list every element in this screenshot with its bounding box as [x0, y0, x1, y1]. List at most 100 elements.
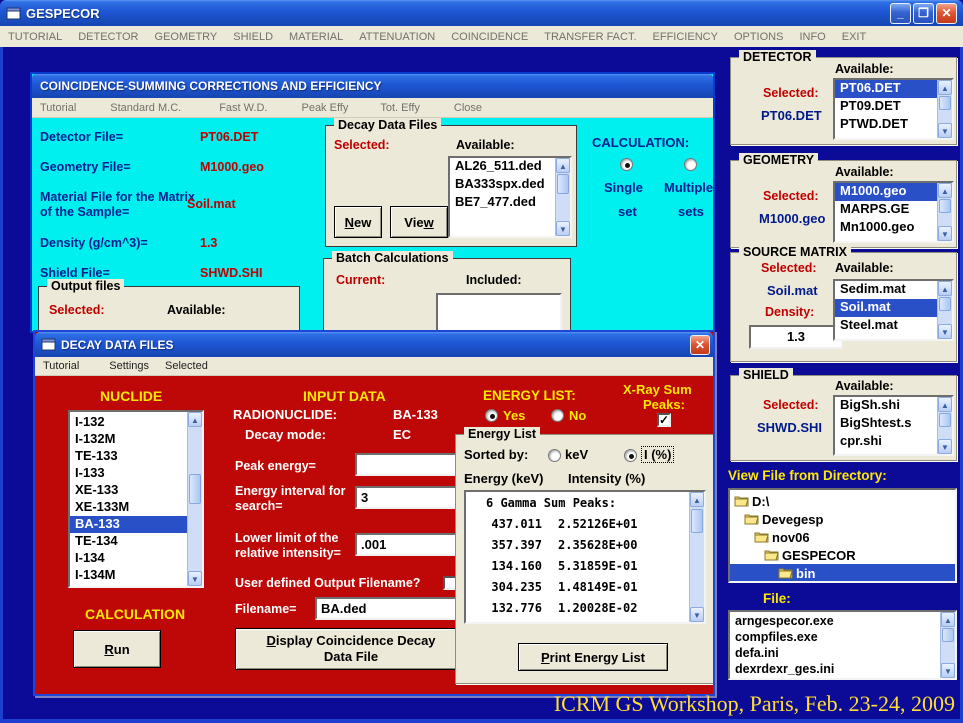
display-coincidence-button[interactable]: Display Coincidence Decay Data File [235, 628, 467, 670]
scroll-up-icon[interactable]: ▲ [938, 183, 952, 198]
menu-tutorial[interactable]: TUTORIAL [0, 31, 70, 43]
list-item[interactable]: XE-133 [70, 482, 202, 499]
energy-row[interactable]: 304.2351.48149E-01 [466, 577, 704, 598]
close-button[interactable]: ✕ [936, 3, 957, 24]
menu-options[interactable]: OPTIONS [726, 31, 792, 43]
scrollbar[interactable]: ▲ ▼ [937, 80, 952, 138]
scroll-down-icon[interactable]: ▼ [938, 439, 952, 454]
tree-item-nov06[interactable]: nov06 [730, 528, 955, 546]
scroll-up-icon[interactable]: ▲ [188, 412, 202, 427]
decay-titlebar[interactable]: DECAY DATA FILES ✕ [35, 332, 713, 357]
new-button[interactable]: New [334, 206, 382, 238]
lower-limit-input[interactable] [355, 533, 467, 556]
sort-kev-radio[interactable] [548, 449, 561, 462]
menu-material[interactable]: MATERIAL [281, 31, 351, 43]
scrollbar[interactable]: ▲ ▼ [937, 281, 952, 339]
scroll-thumb[interactable] [939, 96, 951, 110]
coinc-menu-tot-effy[interactable]: Tot. Effy [372, 102, 428, 114]
list-item[interactable]: dexrdexr_ges.ini [730, 662, 955, 678]
coinc-menu-tutorial[interactable]: Tutorial [32, 102, 84, 114]
menu-efficiency[interactable]: EFFICIENCY [645, 31, 726, 43]
list-item[interactable]: AL26_511.ded [450, 158, 570, 176]
scroll-up-icon[interactable]: ▲ [938, 80, 952, 95]
energy-list-no-radio[interactable] [551, 409, 564, 422]
matrix-density-field[interactable]: 1.3 [749, 325, 843, 349]
list-item[interactable]: Mn1000.geo [835, 219, 952, 237]
list-item[interactable]: TE-133 [70, 448, 202, 465]
energy-row[interactable]: 213.7747.27031E-03 [466, 619, 704, 624]
scroll-thumb[interactable] [939, 297, 951, 311]
list-item[interactable]: I-133 [70, 465, 202, 482]
tree-item-devegesp[interactable]: Devegesp [730, 510, 955, 528]
scroll-up-icon[interactable]: ▲ [690, 492, 704, 507]
list-item[interactable]: M1000.geo [835, 183, 952, 201]
list-item[interactable]: BigShtest.s [835, 415, 952, 433]
scroll-thumb[interactable] [939, 413, 951, 427]
scroll-thumb[interactable] [557, 174, 569, 194]
list-item[interactable]: I-134 [70, 550, 202, 567]
multiple-sets-radio[interactable] [684, 158, 697, 171]
file-listbox[interactable]: arngespecor.exe compfiles.exe defa.ini d… [728, 610, 957, 680]
list-item[interactable]: XE-133M [70, 499, 202, 516]
coinc-menu-fast-wd[interactable]: Fast W.D. [211, 102, 275, 114]
menu-info[interactable]: INFO [791, 31, 833, 43]
scroll-thumb[interactable] [942, 628, 954, 642]
energy-row[interactable]: 134.1605.31859E-01 [466, 556, 704, 577]
run-button[interactable]: Run [73, 630, 161, 668]
scroll-up-icon[interactable]: ▲ [938, 397, 952, 412]
coincidence-titlebar[interactable]: COINCIDENCE-SUMMING CORRECTIONS AND EFFI… [32, 74, 713, 98]
decay-menu-tutorial[interactable]: Tutorial [35, 360, 87, 372]
scroll-up-icon[interactable]: ▲ [556, 158, 570, 173]
scroll-up-icon[interactable]: ▲ [938, 281, 952, 296]
restore-button[interactable]: ❐ [913, 3, 934, 24]
directory-tree[interactable]: D:\ Devegesp nov06 GESPECOR bin [728, 488, 957, 583]
scroll-down-icon[interactable]: ▼ [938, 123, 952, 138]
tree-item-bin[interactable]: bin [730, 564, 955, 582]
list-item[interactable]: defa.ini [730, 646, 955, 662]
menu-shield[interactable]: SHIELD [225, 31, 281, 43]
scroll-down-icon[interactable]: ▼ [690, 607, 704, 622]
scrollbar[interactable]: ▲ ▼ [937, 397, 952, 454]
scroll-thumb[interactable] [189, 474, 201, 504]
scrollbar[interactable]: ▲ ▼ [940, 612, 955, 678]
scroll-up-icon[interactable]: ▲ [941, 612, 955, 627]
scroll-down-icon[interactable]: ▼ [938, 226, 952, 241]
list-item[interactable]: I-132M [70, 431, 202, 448]
energy-row[interactable]: 357.3972.35628E+00 [466, 535, 704, 556]
list-item[interactable]: arngespecor.exe [730, 614, 955, 630]
energy-list-yes-radio[interactable] [485, 409, 498, 422]
shield-listbox[interactable]: BigSh.shi BigShtest.s cpr.shi ▲ ▼ [833, 395, 954, 456]
scroll-down-icon[interactable]: ▼ [188, 571, 202, 586]
menu-transfer-fact[interactable]: TRANSFER FACT. [536, 31, 644, 43]
list-item[interactable]: BigSh.shi [835, 397, 952, 415]
tree-item-gespecor[interactable]: GESPECOR [730, 546, 955, 564]
filename-input[interactable] [315, 597, 467, 620]
menu-coincidence[interactable]: COINCIDENCE [443, 31, 536, 43]
coinc-menu-close[interactable]: Close [446, 102, 490, 114]
nuclide-listbox[interactable]: I-132 I-132M TE-133 I-133 XE-133 XE-133M… [68, 410, 204, 588]
scrollbar[interactable]: ▲ ▼ [555, 158, 570, 236]
list-item[interactable]: PT06.DET [835, 80, 952, 98]
decay-close-button[interactable]: ✕ [690, 335, 710, 355]
minimize-button[interactable]: _ [890, 3, 911, 24]
sort-intensity-radio[interactable] [624, 449, 637, 462]
list-item[interactable]: PT09.DET [835, 98, 952, 116]
list-item[interactable]: cpr.shi [835, 433, 952, 451]
energy-listbox[interactable]: 6 Gamma Sum Peaks: 437.0112.52126E+01 35… [464, 490, 706, 624]
list-item-selected[interactable]: BA-133 [70, 516, 202, 533]
detector-listbox[interactable]: PT06.DET PT09.DET PTWD.DET ▲ ▼ [833, 78, 954, 140]
decay-menu-selected[interactable]: Selected [157, 360, 216, 372]
list-item[interactable]: TE-134 [70, 533, 202, 550]
geometry-listbox[interactable]: M1000.geo MARPS.GE Mn1000.geo ▲ ▼ [833, 181, 954, 243]
coinc-menu-standard-mc[interactable]: Standard M.C. [102, 102, 189, 114]
scroll-down-icon[interactable]: ▼ [556, 221, 570, 236]
list-item[interactable]: I-134M [70, 567, 202, 584]
list-item[interactable]: Steel.mat [835, 317, 952, 335]
energy-row[interactable]: 437.0112.52126E+01 [466, 514, 704, 535]
menu-attenuation[interactable]: ATTENUATION [351, 31, 443, 43]
energy-interval-input[interactable] [355, 486, 467, 509]
list-item[interactable]: BE7_477.ded [450, 194, 570, 212]
scroll-down-icon[interactable]: ▼ [941, 663, 955, 678]
scrollbar[interactable]: ▲ ▼ [187, 412, 202, 586]
list-item[interactable]: compfiles.exe [730, 630, 955, 646]
